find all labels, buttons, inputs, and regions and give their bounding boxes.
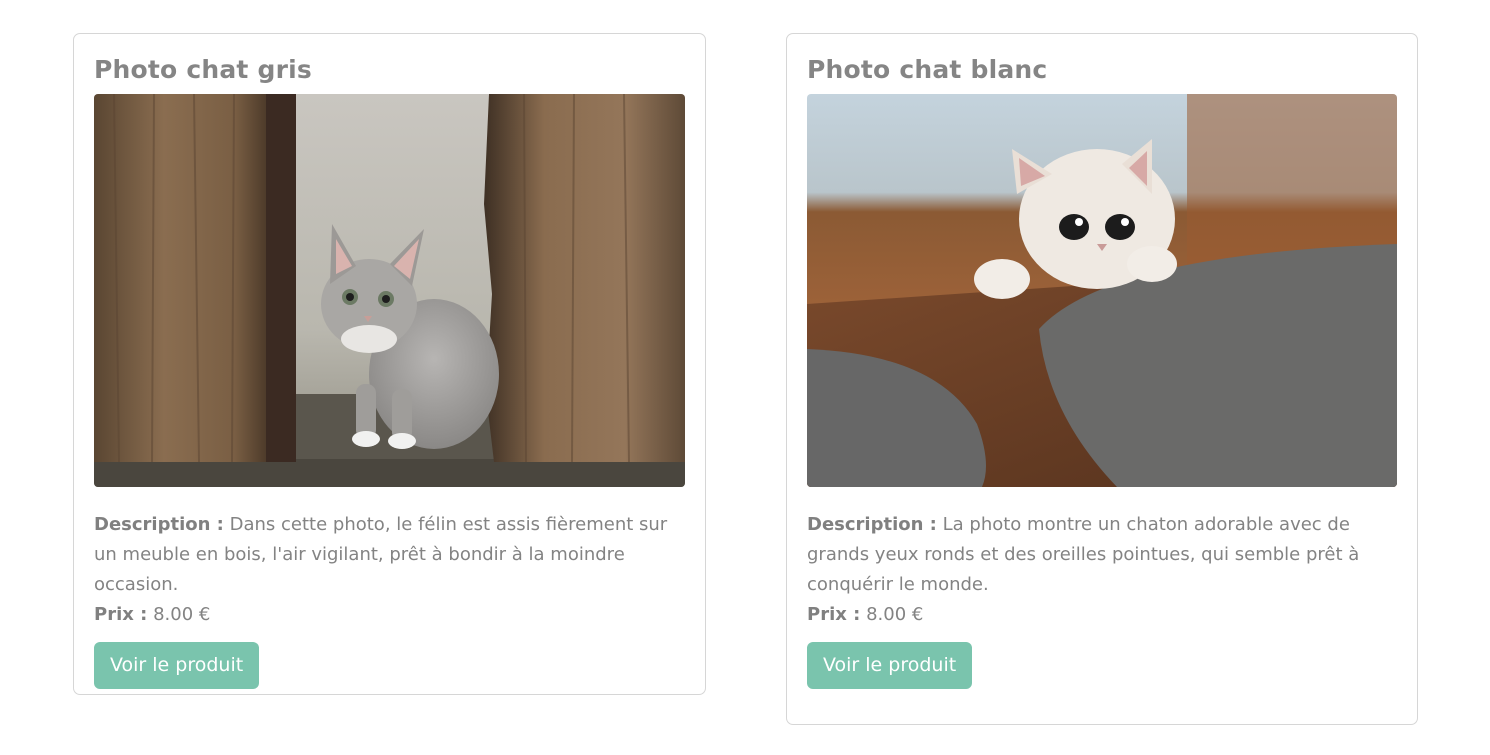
description-label: Description : bbox=[807, 514, 937, 535]
product-card: Photo chat blanc Description: La photo … bbox=[786, 33, 1418, 725]
product-grid: Photo chat gris Description: Dans cette… bbox=[0, 0, 1490, 755]
description-label: Description : bbox=[94, 514, 224, 535]
white-kitten-photo bbox=[807, 94, 1397, 487]
view-product-button[interactable]: Voir le produit bbox=[807, 642, 973, 689]
price-value: 8.00 € bbox=[153, 604, 211, 625]
price-label: Prix : bbox=[94, 604, 148, 625]
product-details: Description : Dans cette photo, le félin… bbox=[94, 510, 685, 630]
product-details: Description : La photo montre un chaton … bbox=[807, 510, 1397, 630]
product-card: Photo chat gris Description: Dans cette… bbox=[73, 33, 706, 695]
gray-kitten-photo bbox=[94, 94, 685, 487]
view-product-button[interactable]: Voir le produit bbox=[94, 642, 260, 689]
price-label: Prix : bbox=[807, 604, 861, 625]
product-title: Photo chat gris bbox=[94, 55, 312, 84]
product-title: Photo chat blanc bbox=[807, 55, 1048, 84]
price-value: 8.00 € bbox=[866, 604, 924, 625]
